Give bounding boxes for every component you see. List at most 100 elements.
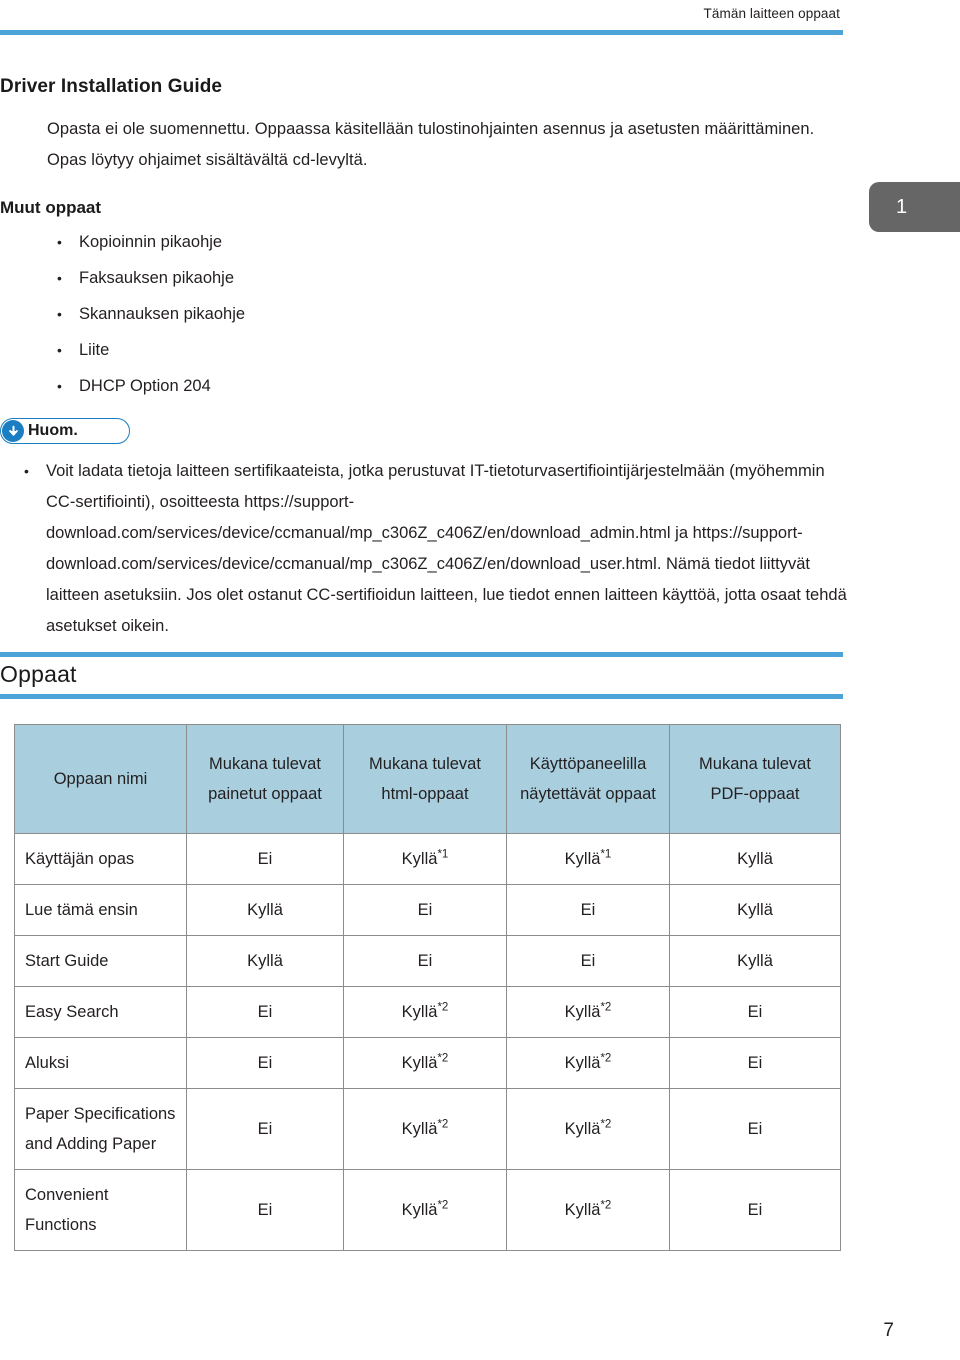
cell-html-footnote: *2 [437,1001,449,1014]
page-number: 7 [883,1320,894,1341]
cell-html-footnote: *2 [437,1199,449,1212]
header-rule [0,30,843,35]
column-header-pdf: Mukana tulevat PDF-oppaat [669,724,841,834]
cell-panel-footnote: *2 [600,1199,612,1212]
cell-html: Kyllä*2 [343,1088,507,1170]
table-row: Käyttäjän opas Ei Kyllä*1 Kyllä*1 Kyllä [14,833,841,885]
driver-guide-heading: Driver Installation Guide [0,76,223,97]
cell-html-value: Kyllä [401,850,438,868]
cell-printed: Kyllä [186,935,344,987]
table-row: Aluksi Ei Kyllä*2 Kyllä*2 Ei [14,1037,841,1089]
list-item: Liite [47,332,850,368]
list-item: Kopioinnin pikaohje [47,224,850,260]
guides-table: Oppaan nimi Mukana tulevat painetut oppa… [14,724,841,1251]
cell-printed: Ei [186,1037,344,1089]
list-item: Voit ladata tietoja laitteen sertifikaat… [16,456,850,642]
note-badge: Huom. [0,418,130,444]
cell-panel-value: Ei [580,952,596,970]
page-header: Tämän laitteen oppaat [0,0,960,36]
note-badge-label: Huom. [28,422,78,439]
cell-panel: Ei [506,884,670,936]
cell-panel-footnote: *2 [600,1052,612,1065]
cell-pdf: Ei [669,1037,841,1089]
list-item-label: Skannauksen pikaohje [79,305,246,323]
column-header-panel: Käyttöpaneelilla näytettävät oppaat [506,724,670,834]
cell-printed: Ei [186,1169,344,1251]
cell-pdf-value: Ei [747,1003,763,1021]
driver-guide-paragraph: Opasta ei ole suomennettu. Oppaassa käsi… [47,120,815,169]
cell-printed: Ei [186,833,344,885]
cell-pdf-value: Ei [747,1054,763,1072]
cell-html-value: Ei [417,901,433,919]
cell-guide-name: Käyttäjän opas [14,833,187,885]
list-item-label: Faksauksen pikaohje [79,269,235,287]
cell-html: Kyllä*2 [343,986,507,1038]
cell-guide-name: Lue tämä ensin [14,884,187,936]
note-bullet-text: Voit ladata tietoja laitteen sertifikaat… [46,462,847,635]
cell-html-value: Ei [417,952,433,970]
cell-printed: Ei [186,1088,344,1170]
list-item-label: DHCP Option 204 [79,377,211,395]
cell-html-value: Kyllä [401,1201,438,1219]
cell-html: Ei [343,884,507,936]
cell-html-footnote: *2 [437,1118,449,1131]
list-item-label: Kopioinnin pikaohje [79,233,223,251]
cell-pdf: Kyllä [669,833,841,885]
cell-panel: Ei [506,935,670,987]
cell-html-footnote: *2 [437,1052,449,1065]
chapter-tab: 1 [869,182,960,232]
cell-panel: Kyllä*2 [506,986,670,1038]
table-header: Oppaan nimi Mukana tulevat painetut oppa… [14,724,841,834]
list-item-label: Liite [79,341,110,359]
cell-panel-footnote: *2 [600,1118,612,1131]
list-item: DHCP Option 204 [47,368,850,404]
cell-pdf-value: Kyllä [737,901,773,919]
table-row: Lue tämä ensin Kyllä Ei Ei Kyllä [14,884,841,936]
cell-panel-value: Kyllä [564,1120,601,1138]
cell-pdf-value: Ei [747,1201,763,1219]
running-header-title: Tämän laitteen oppaat [703,6,840,21]
other-guides-heading: Muut oppaat [0,198,102,217]
cell-pdf-value: Ei [747,1120,763,1138]
cell-panel-value: Kyllä [564,850,601,868]
table-header-row: Oppaan nimi Mukana tulevat painetut oppa… [14,724,841,834]
cell-pdf-value: Kyllä [737,952,773,970]
cell-guide-name: Paper Specifications and Adding Paper [14,1088,187,1170]
cell-guide-name: Start Guide [14,935,187,987]
cell-pdf: Ei [669,986,841,1038]
column-header-html: Mukana tulevat html-oppaat [343,724,507,834]
cell-panel-value: Kyllä [564,1003,601,1021]
cell-html-footnote: *1 [437,848,449,861]
down-arrow-icon [2,420,24,442]
guides-section-header: Oppaat [0,652,843,699]
column-header-printed: Mukana tulevat painetut oppaat [186,724,344,834]
cell-panel: Kyllä*2 [506,1037,670,1089]
document-body: Driver Installation Guide Opasta ei ole … [0,76,850,642]
cell-guide-name: Easy Search [14,986,187,1038]
cell-printed: Kyllä [186,884,344,936]
table-row: Easy Search Ei Kyllä*2 Kyllä*2 Ei [14,986,841,1038]
table-row: Convenient Functions Ei Kyllä*2 Kyllä*2 … [14,1169,841,1251]
cell-html: Kyllä*2 [343,1169,507,1251]
cell-panel-footnote: *2 [600,1001,612,1014]
cell-html: Kyllä*2 [343,1037,507,1089]
chapter-tab-number: 1 [895,195,908,218]
guides-section-title: Oppaat [0,661,77,687]
cell-panel-value: Kyllä [564,1201,601,1219]
column-header-guide-name: Oppaan nimi [14,724,187,834]
cell-pdf-value: Kyllä [737,850,773,868]
cell-html: Kyllä*1 [343,833,507,885]
note-list: Voit ladata tietoja laitteen sertifikaat… [0,456,850,642]
cell-pdf: Kyllä [669,935,841,987]
cell-pdf: Kyllä [669,884,841,936]
cell-panel-value: Ei [580,901,596,919]
table-body: Käyttäjän opas Ei Kyllä*1 Kyllä*1 Kyllä … [14,833,841,1251]
table-row: Start Guide Kyllä Ei Ei Kyllä [14,935,841,987]
cell-panel: Kyllä*1 [506,833,670,885]
cell-guide-name: Aluksi [14,1037,187,1089]
other-guides-list: Kopioinnin pikaohje Faksauksen pikaohje … [0,224,850,404]
cell-panel: Kyllä*2 [506,1169,670,1251]
section-rule-bottom [0,694,843,699]
cell-guide-name: Convenient Functions [14,1169,187,1251]
cell-pdf: Ei [669,1169,841,1251]
